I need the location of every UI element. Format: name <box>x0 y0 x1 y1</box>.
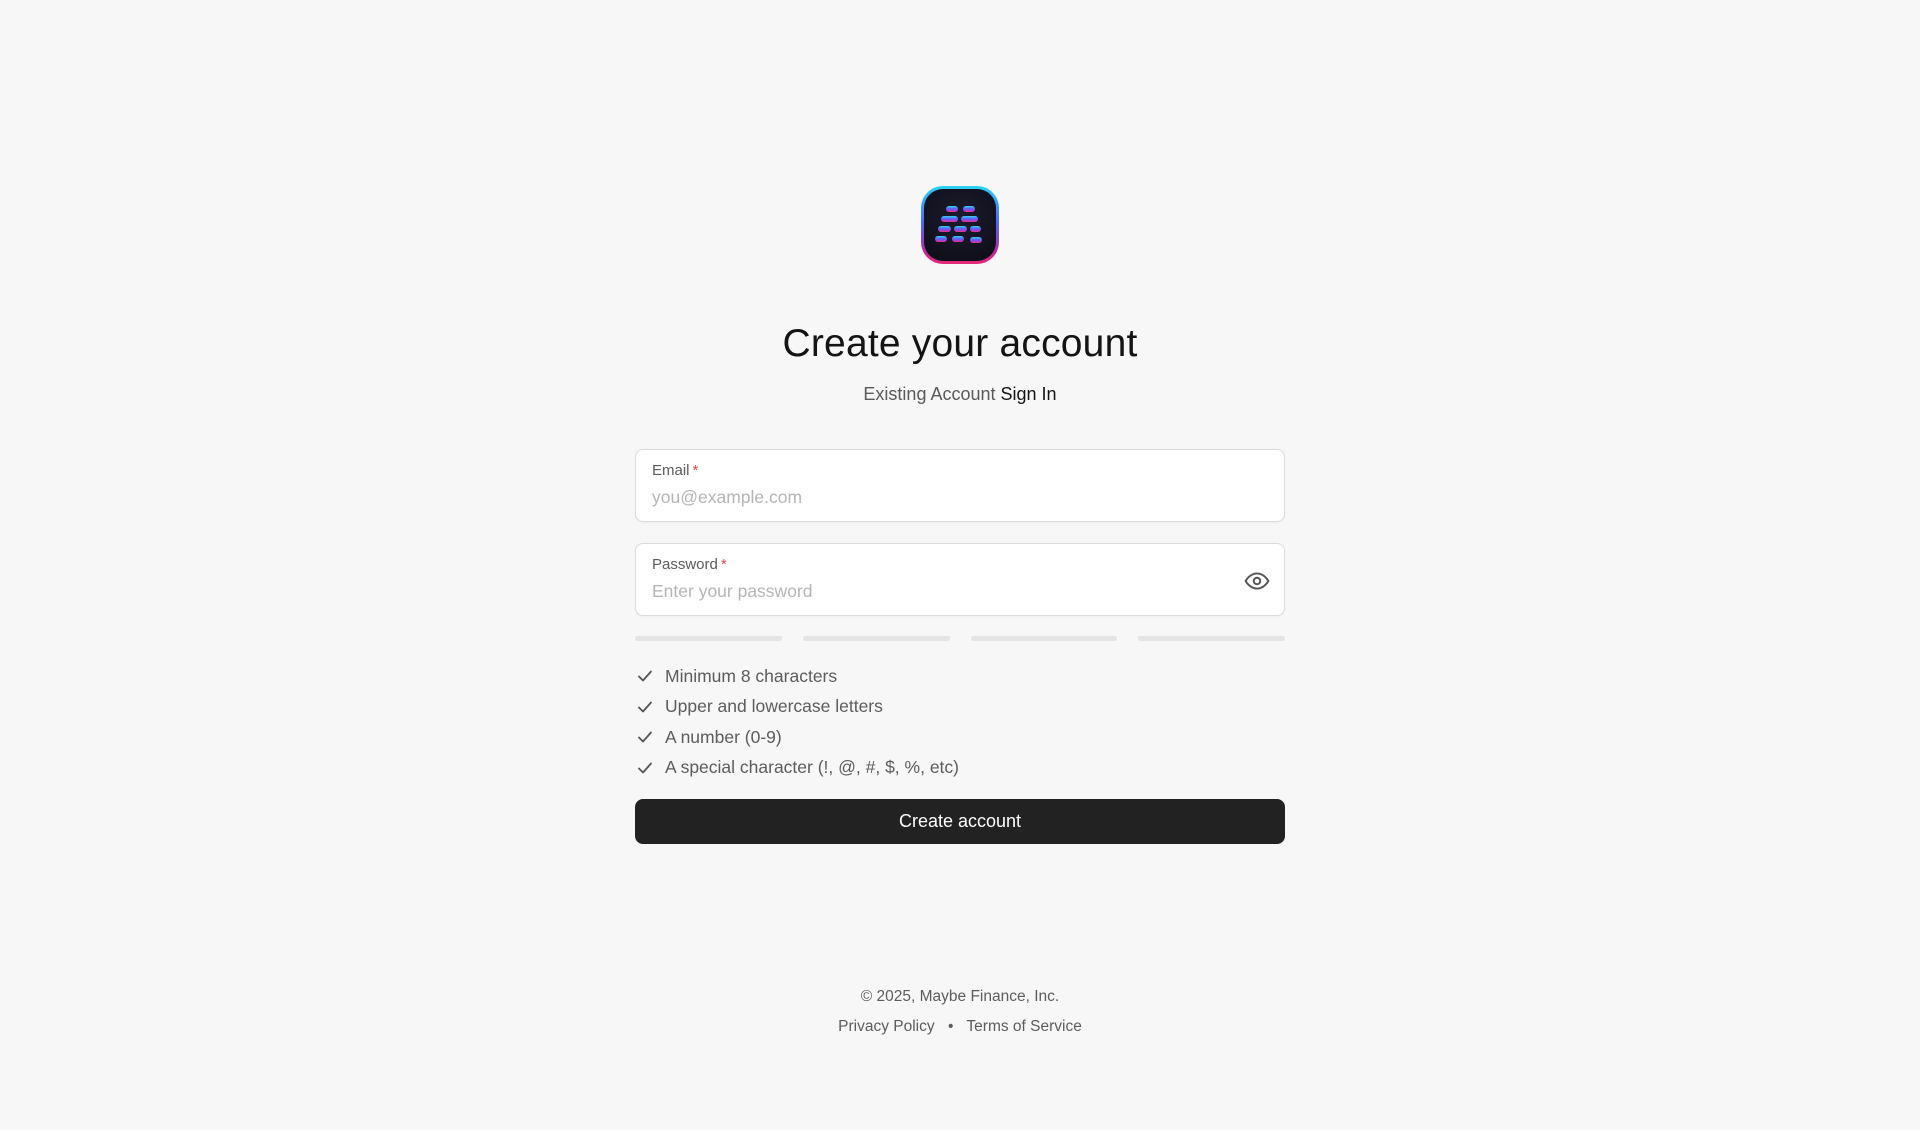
check-icon <box>638 701 652 713</box>
app-logo <box>921 186 999 264</box>
requirement-label: Upper and lowercase letters <box>665 696 883 717</box>
strength-segment <box>1138 636 1285 641</box>
create-account-button[interactable]: Create account <box>635 799 1285 844</box>
terms-of-service-link[interactable]: Terms of Service <box>966 1018 1081 1035</box>
strength-segment <box>970 636 1118 641</box>
requirement-label: A special character (!, @, #, $, %, etc) <box>665 757 959 778</box>
requirement-item: A number (0-9) <box>635 722 1285 753</box>
check-icon <box>638 762 652 774</box>
footer-links: Privacy Policy • Terms of Service <box>0 1018 1920 1036</box>
password-label: Password * <box>652 556 727 573</box>
strength-segment <box>635 636 782 641</box>
strength-segment <box>802 636 950 641</box>
requirement-label: A number (0-9) <box>665 726 782 747</box>
requirement-item: A special character (!, @, #, $, %, etc) <box>635 753 1285 784</box>
password-requirements: Minimum 8 characters Upper and lowercase… <box>635 661 1285 783</box>
password-strength-meter <box>635 636 1285 641</box>
copyright: © 2025, Maybe Finance, Inc. <box>860 988 1060 1005</box>
page-title: Create your account <box>782 322 1138 365</box>
logo-mark <box>924 189 996 261</box>
password-field[interactable]: Password * <box>635 543 1285 616</box>
check-icon <box>638 670 652 682</box>
existing-account-prompt: Existing Account Sign In <box>0 384 1920 405</box>
password-label-text: Password <box>652 556 718 573</box>
email-label: Email * <box>652 462 698 479</box>
password-input[interactable] <box>652 581 1212 602</box>
email-label-text: Email <box>652 462 690 479</box>
sign-in-link[interactable]: Sign In <box>1001 384 1057 404</box>
required-mark: * <box>692 462 699 479</box>
email-input[interactable] <box>652 487 1212 508</box>
signup-page: Create your account Existing Account Sig… <box>0 0 1920 1130</box>
privacy-policy-link[interactable]: Privacy Policy <box>838 1018 934 1035</box>
eye-icon[interactable] <box>1244 568 1270 594</box>
requirement-item: Upper and lowercase letters <box>635 692 1285 723</box>
check-icon <box>638 731 652 743</box>
email-field[interactable]: Email * <box>635 449 1285 522</box>
logo-bars-icon <box>935 206 982 243</box>
footer-separator: • <box>947 1018 954 1035</box>
required-mark: * <box>720 556 727 573</box>
requirement-item: Minimum 8 characters <box>635 661 1285 692</box>
requirement-label: Minimum 8 characters <box>665 665 838 686</box>
existing-account-text: Existing Account <box>863 384 996 404</box>
